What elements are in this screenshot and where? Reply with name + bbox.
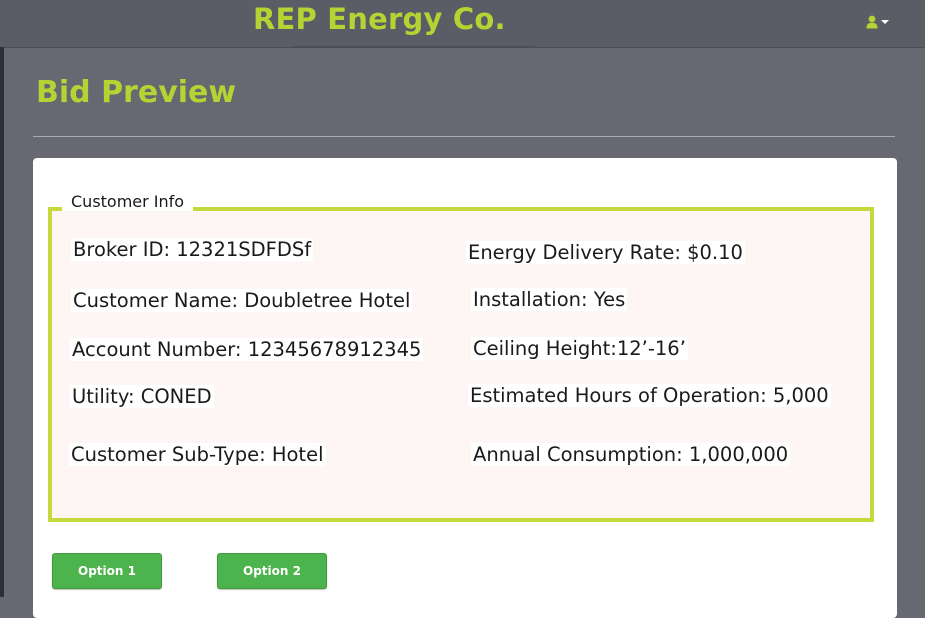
utility-field: Utility: CONED bbox=[70, 385, 214, 408]
user-menu-toggle[interactable] bbox=[866, 12, 889, 32]
title-divider bbox=[33, 136, 895, 137]
user-icon bbox=[866, 15, 878, 29]
customer-subtype-field: Customer Sub-Type: Hotel bbox=[69, 443, 326, 466]
installation-field: Installation: Yes bbox=[471, 288, 628, 311]
ceiling-height-field: Ceiling Height:12’-16’ bbox=[471, 337, 688, 360]
estimated-hours-field: Estimated Hours of Operation: 5,000 bbox=[468, 384, 831, 407]
brand-logo-text[interactable]: REP Energy Co. bbox=[253, 2, 506, 36]
option-2-button[interactable]: Option 2 bbox=[217, 553, 327, 589]
broker-id-field: Broker ID: 12321SDFDSf bbox=[71, 238, 314, 261]
brand-underline bbox=[293, 46, 534, 48]
top-navbar: REP Energy Co. bbox=[0, 0, 925, 48]
left-rail bbox=[0, 47, 4, 597]
customer-name-field: Customer Name: Doubletree Hotel bbox=[71, 289, 413, 312]
customer-info-legend: Customer Info bbox=[62, 192, 194, 211]
option-1-button[interactable]: Option 1 bbox=[52, 553, 162, 589]
page-title: Bid Preview bbox=[36, 75, 237, 110]
annual-consumption-field: Annual Consumption: 1,000,000 bbox=[471, 443, 791, 466]
caret-down-icon bbox=[881, 19, 889, 25]
energy-delivery-rate-field: Energy Delivery Rate: $0.10 bbox=[466, 241, 745, 264]
account-number-field: Account Number: 12345678912345 bbox=[70, 338, 424, 361]
